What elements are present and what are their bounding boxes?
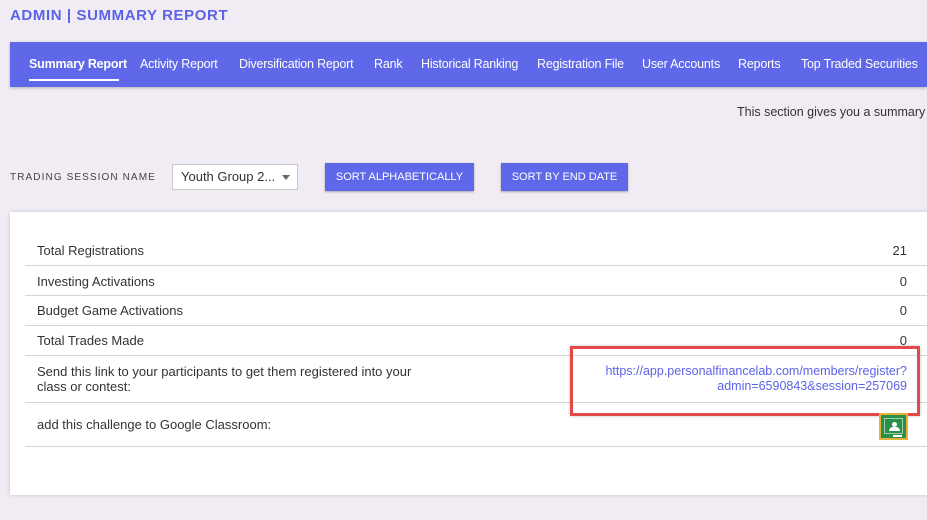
row-value: 21 [892, 243, 907, 258]
registration-link-label-line1: Send this link to your participants to g… [37, 364, 412, 379]
summary-row-budget-game-activations: Budget Game Activations 0 [25, 296, 927, 326]
sort-by-end-date-button[interactable]: SORT BY END DATE [501, 163, 628, 191]
tab-diversification-report[interactable]: Diversification Report [239, 57, 354, 71]
summary-row-total-registrations: Total Registrations 21 [25, 234, 927, 266]
nav-bar: Summary Report Activity Report Diversifi… [10, 42, 927, 87]
classroom-person-body [889, 427, 900, 431]
page-title: ADMIN | SUMMARY REPORT [10, 7, 229, 24]
trading-session-selected-value: Youth Group 2... [181, 169, 276, 184]
row-label: Total Registrations [37, 243, 144, 258]
sort-alphabetically-button[interactable]: SORT ALPHABETICALLY [325, 163, 474, 191]
google-classroom-label: add this challenge to Google Classroom: [37, 417, 272, 432]
row-value: 0 [899, 303, 907, 318]
row-label: Budget Game Activations [37, 303, 183, 318]
tab-summary-report[interactable]: Summary Report [29, 57, 127, 71]
google-classroom-icon[interactable] [879, 413, 908, 440]
classroom-ledge [893, 435, 902, 437]
section-intro-text: This section gives you a summary o [737, 105, 927, 119]
tab-rank[interactable]: Rank [374, 57, 403, 71]
registration-link-label: Send this link to your participants to g… [37, 364, 411, 394]
tab-registration-file[interactable]: Registration File [537, 57, 624, 71]
chevron-down-icon [282, 175, 290, 180]
row-label: Total Trades Made [37, 333, 144, 348]
tab-historical-ranking[interactable]: Historical Ranking [421, 57, 518, 71]
tab-top-traded-securities[interactable]: Top Traded Securities [801, 57, 918, 71]
tab-reports[interactable]: Reports [738, 57, 781, 71]
tab-activity-report[interactable]: Activity Report [140, 57, 218, 71]
row-label: Investing Activations [37, 274, 155, 289]
row-value: 0 [899, 274, 907, 289]
summary-row-investing-activations: Investing Activations 0 [25, 266, 927, 296]
trading-session-label: TRADING SESSION NAME [10, 172, 156, 183]
tab-user-accounts[interactable]: User Accounts [642, 57, 720, 71]
registration-link-highlight [570, 346, 920, 416]
active-tab-indicator [29, 79, 119, 81]
registration-link-label-line2: class or contest: [37, 379, 131, 394]
trading-session-select[interactable]: Youth Group 2... [172, 164, 298, 190]
